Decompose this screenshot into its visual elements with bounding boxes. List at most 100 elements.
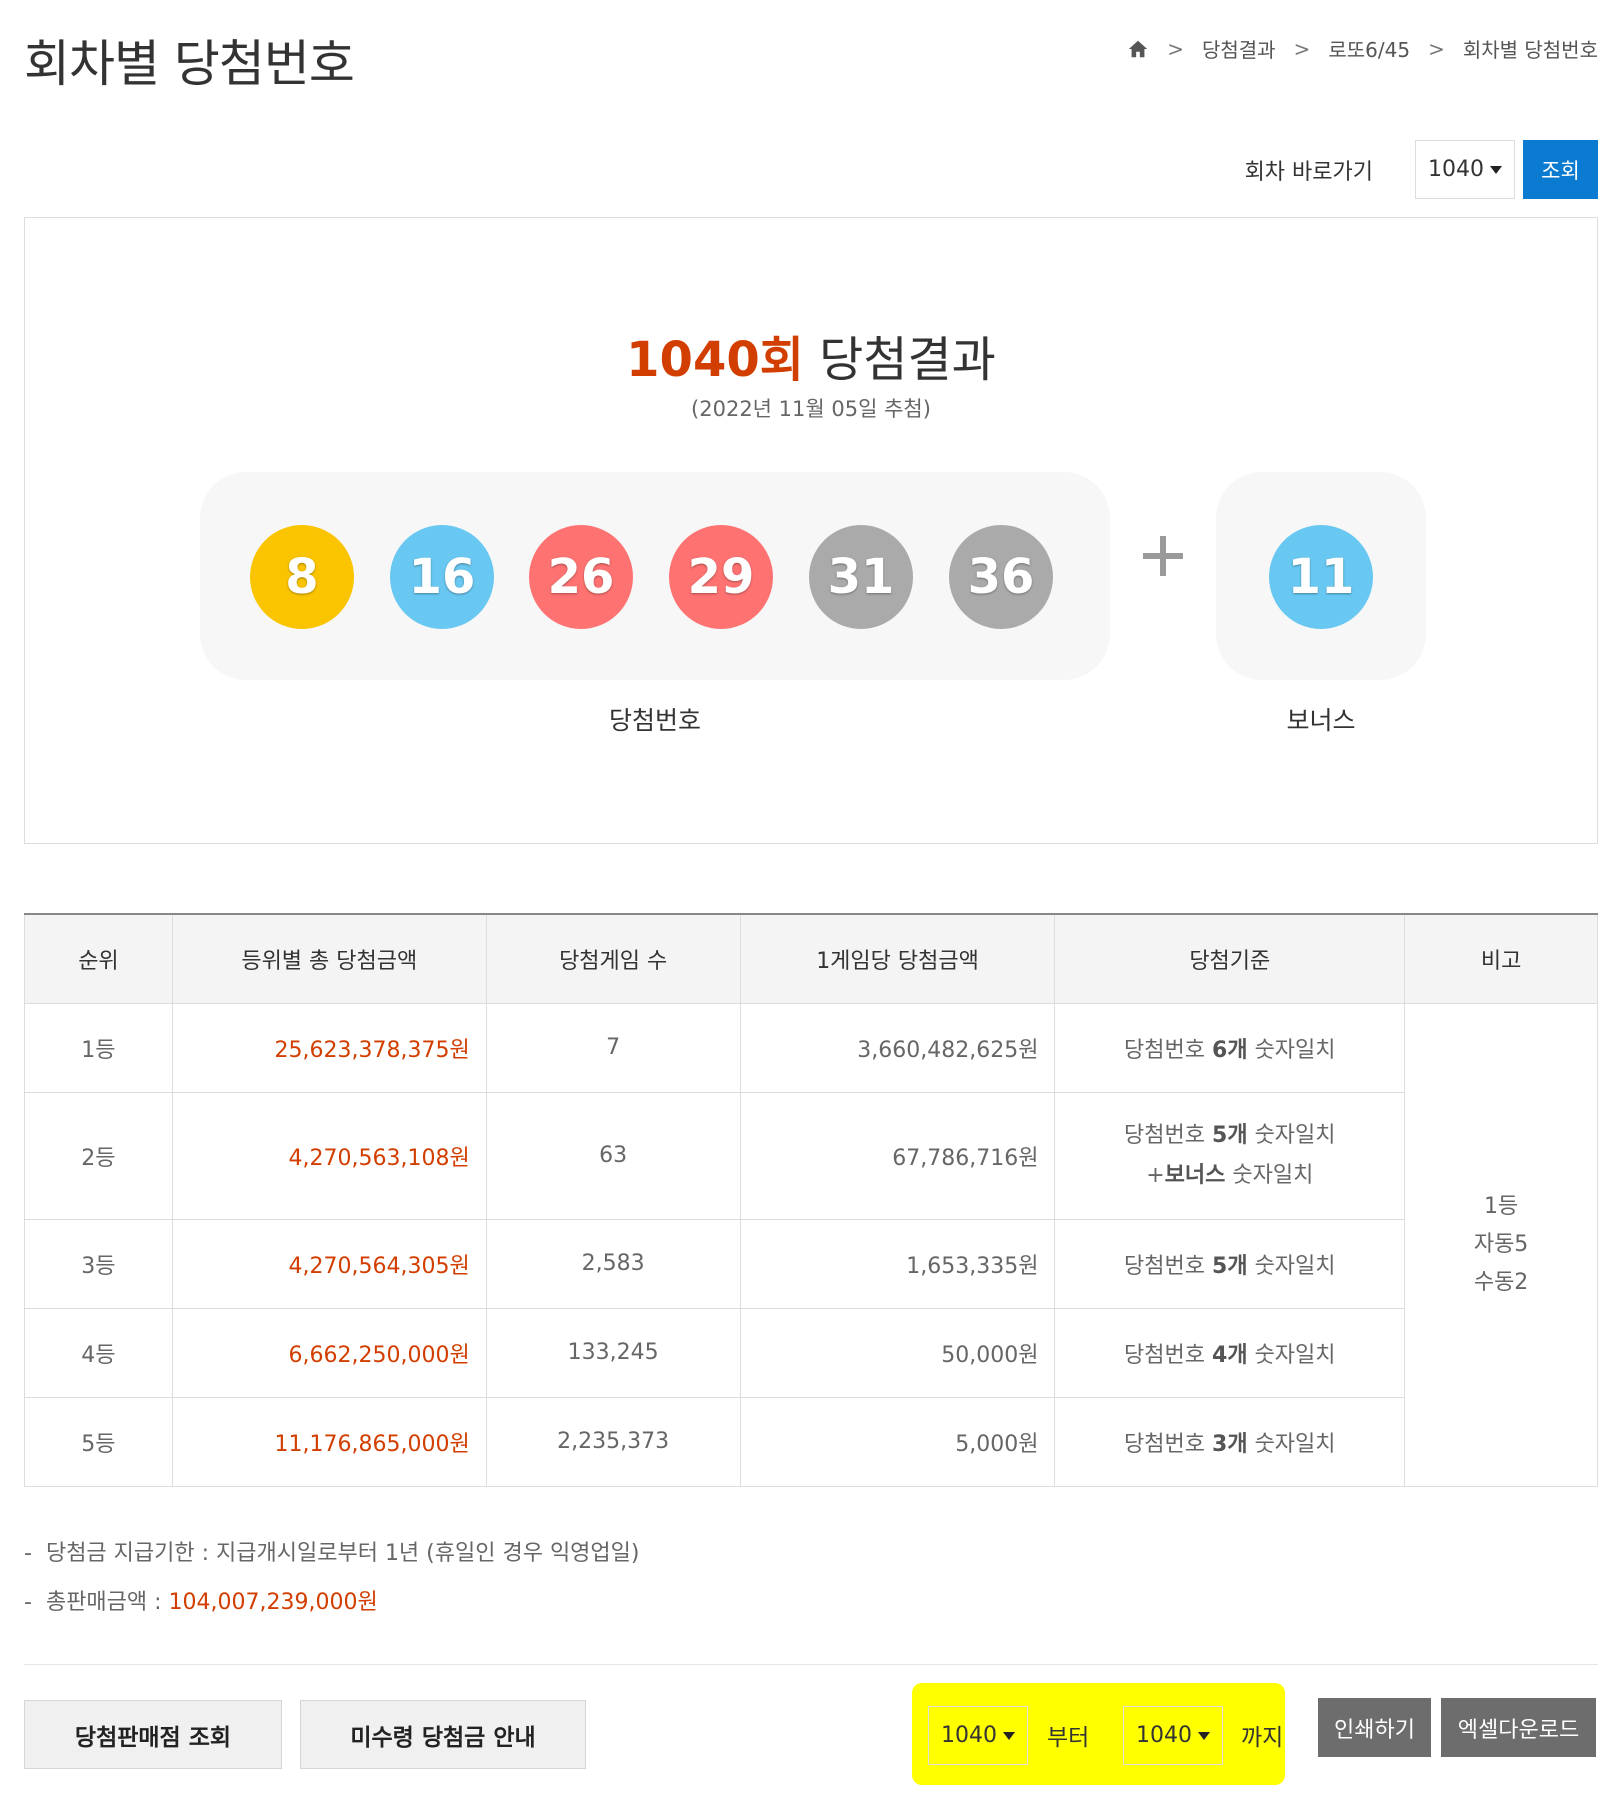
column-header: 당첨기준	[1054, 914, 1405, 1004]
breadcrumb-item[interactable]: 당첨결과	[1202, 34, 1276, 63]
rank-cell: 3등	[24, 1219, 173, 1309]
bonus-ball: 11	[1269, 525, 1373, 629]
table-row: 1등 25,623,378,375원 7 3,660,482,625원 당첨번호…	[24, 1003, 1598, 1487]
caret-down-icon	[1198, 1731, 1210, 1740]
winning-store-button[interactable]: 당첨판매점 조회	[24, 1700, 282, 1769]
range-to-value: 1040	[1136, 1723, 1192, 1748]
range-from-value: 1040	[941, 1723, 997, 1748]
range-from-label: 부터	[1047, 1725, 1090, 1751]
per-game-prize-cell: 1,653,335원	[739, 1219, 1055, 1309]
range-from-select[interactable]: 1040	[928, 1706, 1028, 1765]
range-to-select[interactable]: 1040	[1123, 1706, 1223, 1765]
per-game-prize-cell: 50,000원	[739, 1308, 1055, 1398]
round-jump: 회차 바로가기 1040 조회	[1245, 140, 1598, 199]
criteria-text: 당첨번호	[1124, 1122, 1213, 1148]
column-header: 1게임당 당첨금액	[739, 914, 1055, 1004]
rank-cell: 5등	[24, 1397, 173, 1487]
criteria-count: 5개	[1212, 1122, 1248, 1148]
table-row: 3등 4,270,564,305원 2,583 1,653,335원 당첨번호 …	[24, 1219, 1598, 1309]
criteria-cell: 당첨번호 3개 숫자일치	[1054, 1397, 1405, 1487]
range-to-label: 까지	[1241, 1725, 1284, 1751]
round-jump-label: 회차 바로가기	[1244, 159, 1373, 185]
per-game-prize-cell: 5,000원	[739, 1397, 1055, 1487]
total-prize-cell: 11,176,865,000원	[171, 1397, 487, 1487]
total-prize-cell: 4,270,564,305원	[171, 1219, 487, 1309]
winning-numbers-label: 당첨번호	[608, 706, 701, 735]
table-row: 2등 4,270,563,108원 63 67,786,716원 당첨번호 5개…	[24, 1092, 1598, 1220]
criteria-text: 당첨번호	[1124, 1431, 1213, 1457]
chevron-right-icon: >	[1428, 36, 1445, 61]
number-ball: 16	[390, 525, 494, 629]
criteria-text: 당첨번호	[1124, 1342, 1213, 1368]
column-header: 순위	[24, 914, 173, 1004]
search-button[interactable]: 조회	[1523, 140, 1598, 199]
criteria-text: 숫자일치	[1225, 1162, 1314, 1188]
chevron-right-icon: >	[1167, 36, 1184, 61]
bonus-number-panel: 11	[1216, 472, 1426, 680]
number-ball: 31	[809, 525, 913, 629]
total-sales-label: 총판매금액 :	[45, 1590, 169, 1615]
rank-cell: 4등	[24, 1308, 173, 1398]
note-line: 자동5	[1473, 1231, 1529, 1257]
breadcrumb: > 당첨결과 > 로또6/45 > 회차별 당첨번호	[1127, 34, 1598, 63]
criteria-count: 5개	[1212, 1253, 1248, 1279]
table-header-row: 순위 등위별 총 당첨금액 당첨게임 수 1게임당 당첨금액 당첨기준 비고	[24, 914, 1598, 1004]
table-row: 5등 11,176,865,000원 2,235,373 5,000원 당첨번호…	[24, 1397, 1598, 1487]
home-icon[interactable]	[1127, 38, 1149, 60]
criteria-text: 숫자일치	[1247, 1342, 1336, 1368]
prize-table: 순위 등위별 총 당첨금액 당첨게임 수 1게임당 당첨금액 당첨기준 비고 1…	[24, 913, 1598, 1487]
number-ball: 26	[529, 525, 633, 629]
winner-count-cell: 2,235,373	[485, 1397, 741, 1487]
note-cell: 1등 자동5 수동2	[1404, 1003, 1598, 1487]
criteria-text: 숫자일치	[1247, 1037, 1336, 1063]
total-prize-cell: 6,662,250,000원	[171, 1308, 487, 1398]
chevron-right-icon: >	[1293, 36, 1311, 61]
table-row: 4등 6,662,250,000원 133,245 50,000원 당첨번호 4…	[24, 1308, 1598, 1398]
criteria-cell: 당첨번호 5개 숫자일치	[1054, 1219, 1405, 1309]
unclaimed-prize-button[interactable]: 미수령 당첨금 안내	[300, 1700, 586, 1769]
round-select[interactable]: 1040	[1415, 140, 1515, 199]
criteria-bonus: 보너스	[1164, 1162, 1226, 1188]
criteria-cell: 당첨번호 6개 숫자일치	[1054, 1003, 1405, 1093]
bullet-dash: -	[24, 1541, 32, 1566]
criteria-text: 숫자일치	[1247, 1431, 1336, 1457]
payment-deadline-text: 당첨금 지급기한 : 지급개시일로부터 1년 (휴일인 경우 익영업일)	[45, 1541, 640, 1566]
column-header: 당첨게임 수	[485, 914, 741, 1004]
total-prize-cell: 25,623,378,375원	[171, 1003, 487, 1093]
criteria-line: +보너스 숫자일치	[1055, 1156, 1404, 1196]
total-sales-value: 104,007,239,000원	[168, 1590, 378, 1615]
payment-deadline-info: - 당첨금 지급기한 : 지급개시일로부터 1년 (휴일인 경우 익영업일)	[24, 1535, 639, 1567]
criteria-text: 당첨번호	[1124, 1037, 1213, 1063]
criteria-cell: 당첨번호 5개 숫자일치 +보너스 숫자일치	[1054, 1092, 1405, 1220]
rank-cell: 1등	[24, 1003, 173, 1093]
note-line: 수동2	[1473, 1269, 1529, 1295]
bullet-dash: -	[24, 1590, 32, 1615]
round-number: 1040회	[626, 332, 804, 388]
winning-numbers-panel: 8 16 26 29 31 36	[200, 472, 1110, 680]
round-select-value: 1040	[1428, 157, 1484, 182]
column-header: 등위별 총 당첨금액	[171, 914, 487, 1004]
result-box: 1040회 당첨결과 (2022년 11월 05일 추첨) 8 16 26 29…	[24, 217, 1598, 844]
breadcrumb-item-current: 회차별 당첨번호	[1462, 38, 1598, 62]
criteria-text: +	[1146, 1162, 1165, 1188]
winner-count-cell: 63	[485, 1092, 741, 1220]
draw-date: (2022년 11월 05일 추첨)	[691, 397, 931, 421]
winner-count-cell: 7	[485, 1003, 741, 1093]
total-prize-cell: 4,270,563,108원	[171, 1092, 487, 1220]
criteria-count: 6개	[1212, 1037, 1248, 1063]
caret-down-icon	[1003, 1731, 1015, 1740]
note-line: 1등	[1483, 1193, 1519, 1219]
page-title: 회차별 당첨번호	[24, 35, 355, 93]
bonus-label: 보너스	[1286, 706, 1356, 735]
criteria-text: 숫자일치	[1247, 1122, 1336, 1148]
criteria-cell: 당첨번호 4개 숫자일치	[1054, 1308, 1405, 1398]
winner-count-cell: 2,583	[485, 1219, 741, 1309]
winner-count-cell: 133,245	[485, 1308, 741, 1398]
excel-download-button[interactable]: 엑셀다운로드	[1441, 1698, 1596, 1757]
criteria-text: 숫자일치	[1247, 1253, 1336, 1279]
criteria-count: 3개	[1212, 1431, 1248, 1457]
criteria-count: 4개	[1212, 1342, 1248, 1368]
number-ball: 36	[949, 525, 1053, 629]
breadcrumb-item[interactable]: 로또6/45	[1328, 34, 1410, 63]
print-button[interactable]: 인쇄하기	[1318, 1698, 1431, 1757]
